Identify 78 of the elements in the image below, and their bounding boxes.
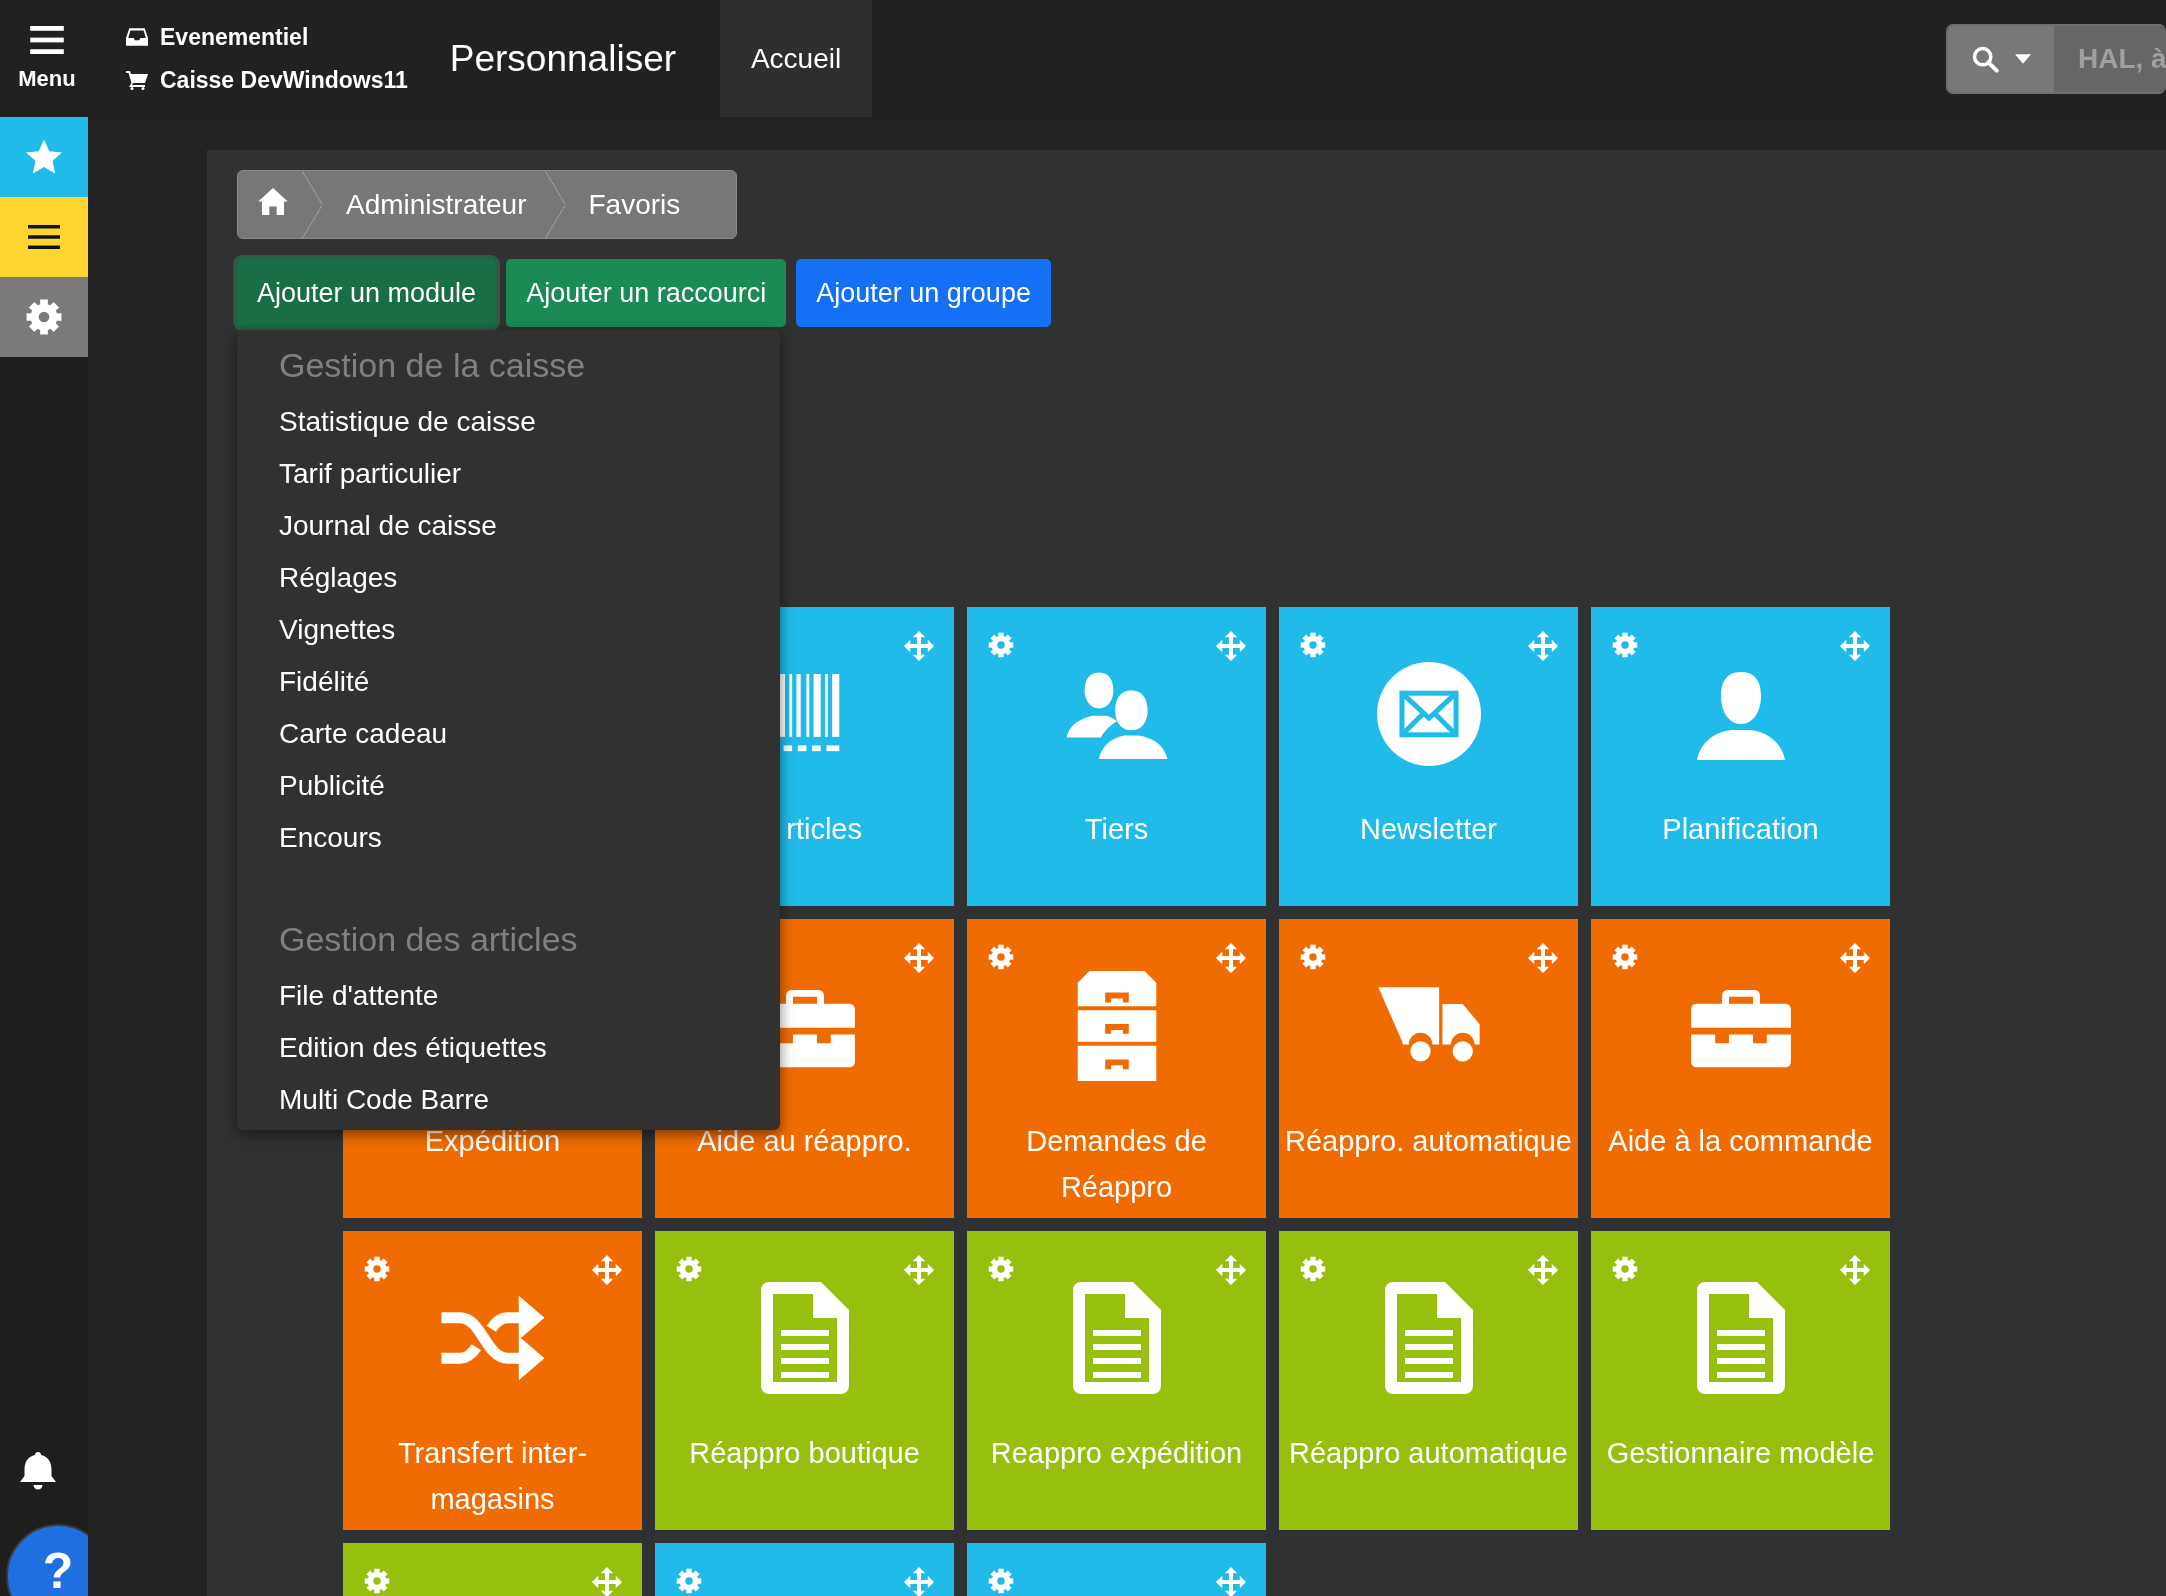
settings-icon[interactable] xyxy=(363,1567,391,1595)
move-icon[interactable] xyxy=(904,1255,934,1285)
menu-item[interactable]: Statistique de caisse xyxy=(279,396,780,448)
tile-label: Aide à la commande xyxy=(1607,1124,1874,1159)
move-icon[interactable] xyxy=(1840,631,1870,661)
settings-icon[interactable] xyxy=(1299,1255,1327,1283)
document-icon xyxy=(1382,1282,1475,1394)
settings-icon[interactable] xyxy=(1611,1255,1639,1283)
inbox-icon xyxy=(126,26,148,48)
add-button[interactable]: Ajouter un raccourci xyxy=(506,259,787,327)
drawer-cabinet-icon xyxy=(1076,971,1157,1081)
settings-icon[interactable] xyxy=(987,943,1015,971)
move-icon[interactable] xyxy=(904,1567,934,1596)
context-label: Caisse DevWindows11 xyxy=(160,66,408,94)
menu-icon xyxy=(27,225,61,249)
breadcrumb-link[interactable]: Favoris xyxy=(564,188,699,221)
page-title: Personnaliser xyxy=(449,37,677,80)
tile-label: rticles xyxy=(785,812,863,847)
settings-icon[interactable] xyxy=(675,1567,703,1595)
tile-label: Réappro. automatique xyxy=(1284,1124,1573,1159)
document-icon xyxy=(1070,1282,1163,1394)
menu-item[interactable]: Réglages xyxy=(279,552,780,604)
document-icon xyxy=(758,1282,851,1394)
module-tile[interactable]: Aide à la commande xyxy=(1591,919,1890,1218)
cart-icon xyxy=(126,70,148,90)
settings-icon[interactable] xyxy=(1611,943,1639,971)
move-icon[interactable] xyxy=(1528,943,1558,973)
home-tab[interactable]: Accueil xyxy=(720,0,873,117)
help-button[interactable]: ? xyxy=(6,1524,88,1596)
move-icon[interactable] xyxy=(904,631,934,661)
bell-icon[interactable] xyxy=(20,1450,56,1490)
module-tile[interactable]: Réappro. automatique xyxy=(1279,919,1578,1218)
settings-icon[interactable] xyxy=(987,1567,1015,1595)
settings-icon[interactable] xyxy=(675,1255,703,1283)
move-icon[interactable] xyxy=(1840,1255,1870,1285)
tile-label: Planification xyxy=(1661,812,1820,847)
move-icon[interactable] xyxy=(1216,1255,1246,1285)
tile-label: Expédition xyxy=(423,1124,562,1159)
settings-icon[interactable] xyxy=(363,1255,391,1283)
move-icon[interactable] xyxy=(1216,1567,1246,1596)
tile-label: Reappro expédition xyxy=(989,1436,1244,1471)
menu-item[interactable]: Journal de caisse xyxy=(279,500,780,552)
tile-label: Réappro automatique xyxy=(1288,1436,1569,1471)
settings-icon[interactable] xyxy=(1299,943,1327,971)
tile-label: Newsletter xyxy=(1359,812,1498,847)
tile-label: Aide au réappro. xyxy=(696,1124,913,1159)
settings-icon[interactable] xyxy=(987,631,1015,659)
tile-label: Tiers xyxy=(1083,812,1150,847)
tile-label: Réappro boutique xyxy=(688,1436,921,1471)
move-icon[interactable] xyxy=(904,943,934,973)
breadcrumb-link[interactable]: Administrateur xyxy=(322,188,545,221)
menu-button[interactable]: Menu xyxy=(0,0,94,117)
move-icon[interactable] xyxy=(1528,1255,1558,1285)
module-tile[interactable]: Demandes de Réappro xyxy=(967,919,1266,1218)
tile-label: Gestionnaire modèle xyxy=(1605,1436,1876,1471)
context-label: Evenementiel xyxy=(160,23,309,51)
menu-group-title: Gestion de la caisse xyxy=(279,345,587,386)
move-icon[interactable] xyxy=(592,1567,622,1596)
menu-item[interactable]: Tarif particulier xyxy=(279,448,780,500)
move-icon[interactable] xyxy=(592,1255,622,1285)
settings-icon[interactable] xyxy=(1611,631,1639,659)
menu-group-title: Gestion des articles xyxy=(279,919,579,960)
tile-label: Transfert inter-magasins xyxy=(396,1436,589,1517)
move-icon[interactable] xyxy=(1840,943,1870,973)
menu-icon xyxy=(30,25,64,54)
move-icon[interactable] xyxy=(1528,631,1558,661)
settings-icon xyxy=(24,297,64,337)
module-tile[interactable]: Transfert inter-magasins xyxy=(343,1231,642,1530)
move-icon[interactable] xyxy=(1216,943,1246,973)
sidebar-item[interactable] xyxy=(0,197,88,277)
envelope-icon xyxy=(1376,662,1481,766)
document-icon xyxy=(1694,1282,1787,1394)
home-icon[interactable] xyxy=(258,187,288,215)
tile-label: Demandes de Réappro xyxy=(1025,1124,1208,1205)
settings-icon[interactable] xyxy=(1299,631,1327,659)
add-button[interactable]: Ajouter un groupe xyxy=(796,259,1051,327)
settings-icon[interactable] xyxy=(987,1255,1015,1283)
move-icon[interactable] xyxy=(1216,631,1246,661)
